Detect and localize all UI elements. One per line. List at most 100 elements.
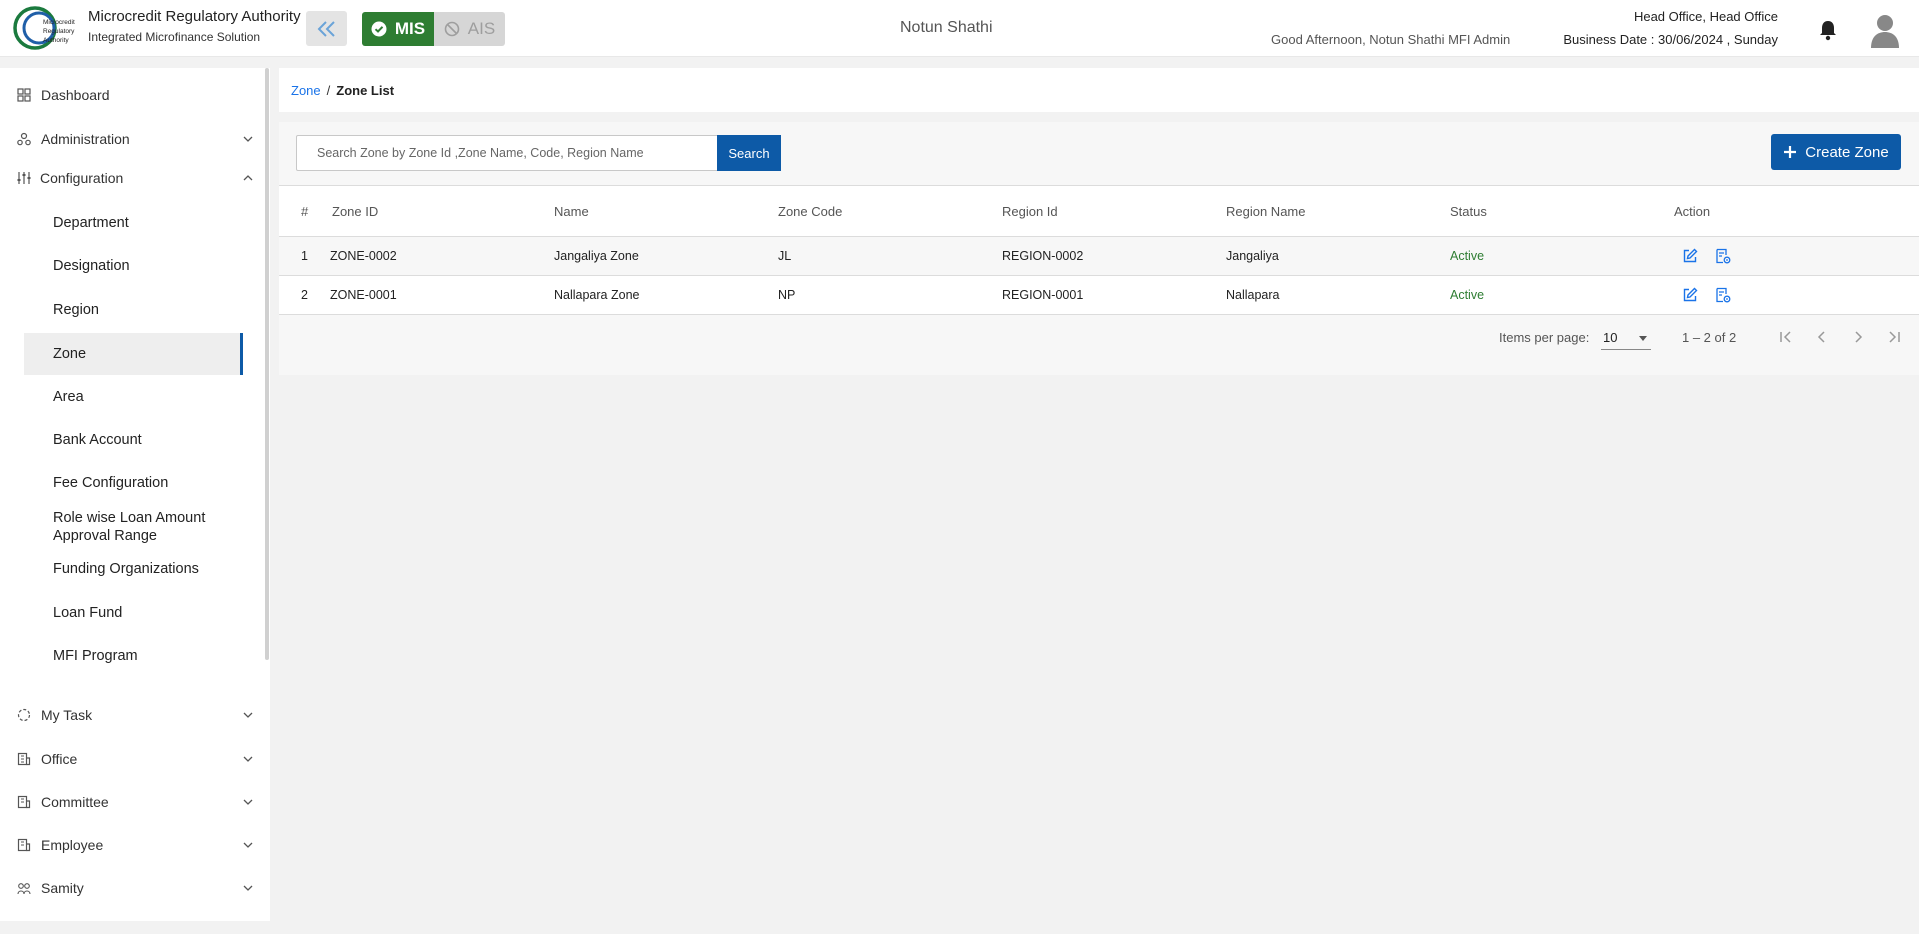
- committee-icon: [17, 795, 31, 809]
- block-icon: [444, 21, 460, 37]
- sidebar-item-zone[interactable]: Zone: [24, 333, 243, 375]
- sidebar-item-department[interactable]: Department: [24, 202, 243, 244]
- sidebar-item-fee-configuration[interactable]: Fee Configuration: [24, 462, 243, 504]
- sidebar-sub-label: Region: [53, 302, 99, 318]
- mis-toggle-button[interactable]: MIS: [362, 12, 434, 46]
- chevron-up-icon: [243, 175, 253, 181]
- edit-icon[interactable]: [1682, 248, 1698, 264]
- business-date: Business Date : 30/06/2024 , Sunday: [1563, 32, 1778, 47]
- user-avatar-icon[interactable]: [1869, 12, 1901, 48]
- col-header-number[interactable]: #: [279, 185, 330, 237]
- view-details-icon[interactable]: [1715, 248, 1731, 264]
- page-size-select[interactable]: 10: [1601, 324, 1651, 350]
- sidebar-item-funding-organizations[interactable]: Funding Organizations: [24, 548, 243, 590]
- table-row: 1 ZONE-0002 Jangaliya Zone JL REGION-000…: [279, 236, 1919, 276]
- sidebar-sub-label: Department: [53, 215, 129, 231]
- paginator: Items per page: 10 1 – 2 of 2: [279, 308, 1919, 366]
- next-page-button[interactable]: [1845, 324, 1871, 350]
- items-per-page-label: Items per page:: [1499, 330, 1590, 345]
- sidebar-item-samity[interactable]: Samity: [0, 870, 260, 906]
- task-icon: [17, 708, 31, 722]
- sidebar-item-loan-fund[interactable]: Loan Fund: [24, 592, 243, 634]
- double-chevron-left-icon: [317, 20, 335, 37]
- ais-label: AIS: [467, 19, 496, 38]
- dashboard-icon: [17, 88, 31, 102]
- chevron-right-icon: [1855, 331, 1863, 343]
- search-input[interactable]: [296, 135, 718, 171]
- col-header-region-id[interactable]: Region Id: [1002, 185, 1226, 237]
- greeting-text: Good Afternoon, Notun Shathi MFI Admin: [1271, 32, 1511, 47]
- sidebar-item-label: Configuration: [40, 170, 124, 186]
- sidebar-item-area[interactable]: Area: [24, 376, 243, 418]
- mra-logo: Microcredit Regulatory Authority: [13, 6, 75, 50]
- col-header-region-name[interactable]: Region Name: [1226, 185, 1450, 237]
- breadcrumb-current: Zone List: [336, 82, 395, 98]
- sidebar-sub-label: Role wise Loan Amount Approval Range: [53, 510, 206, 544]
- configuration-icon: [17, 172, 31, 184]
- chevron-down-icon: [243, 842, 253, 848]
- sidebar-sub-label: MFI Program: [53, 648, 138, 664]
- breadcrumb-separator: /: [326, 82, 331, 98]
- svg-text:Authority: Authority: [43, 37, 69, 44]
- breadcrumb-zone-link[interactable]: Zone: [291, 83, 321, 98]
- sidebar-item-dashboard[interactable]: Dashboard: [0, 77, 260, 113]
- page-range-label: 1 – 2 of 2: [1682, 330, 1737, 345]
- sidebar-sub-label: Designation: [53, 258, 130, 274]
- employee-icon: [17, 838, 31, 852]
- notification-bell-icon[interactable]: [1818, 19, 1838, 41]
- sidebar-scrollbar[interactable]: [265, 68, 269, 660]
- col-header-name[interactable]: Name: [554, 185, 778, 237]
- svg-text:Microcredit: Microcredit: [43, 19, 75, 26]
- search-button[interactable]: Search: [717, 135, 781, 171]
- chevron-down-icon: [243, 756, 253, 762]
- sidebar-item-administration[interactable]: Administration: [0, 121, 260, 157]
- sidebar-item-label: Dashboard: [41, 87, 110, 103]
- cell-number: 1: [279, 236, 330, 276]
- brand-title: Microcredit Regulatory Authority: [88, 8, 301, 25]
- cell-actions: [1674, 236, 1919, 276]
- sidebar-item-my-task[interactable]: My Task: [0, 697, 260, 733]
- svg-text:Regulatory: Regulatory: [43, 28, 75, 35]
- col-header-action: Action: [1674, 185, 1919, 237]
- sidebar-item-label: My Task: [41, 707, 93, 723]
- sidebar-item-label: Administration: [41, 131, 130, 147]
- table-header-row: # Zone ID Name Zone Code Region Id Regio…: [279, 185, 1919, 237]
- plus-icon: [1784, 146, 1797, 158]
- col-header-zone-code[interactable]: Zone Code: [778, 185, 1002, 237]
- sidebar-item-loan-approval-range[interactable]: Role wise Loan Amount Approval Range: [24, 506, 243, 548]
- sidebar-item-mfi-program[interactable]: MFI Program: [24, 635, 243, 677]
- sidebar-item-bank-account[interactable]: Bank Account: [24, 419, 243, 461]
- sidebar-collapse-button[interactable]: [306, 11, 347, 46]
- cell-name: Jangaliya Zone: [554, 236, 778, 276]
- sidebar-item-employee[interactable]: Employee: [0, 827, 260, 863]
- sidebar: Dashboard Administration Configuration D…: [0, 68, 270, 921]
- sidebar-item-committee[interactable]: Committee: [0, 784, 260, 820]
- chevron-left-icon: [1817, 331, 1825, 343]
- sidebar-item-office[interactable]: Office: [0, 741, 260, 777]
- col-header-status[interactable]: Status: [1450, 185, 1674, 237]
- ais-toggle-button[interactable]: AIS: [434, 12, 505, 46]
- mis-label: MIS: [394, 19, 426, 38]
- sidebar-item-region[interactable]: Region: [24, 289, 243, 331]
- view-details-icon[interactable]: [1715, 287, 1731, 303]
- top-header: Microcredit Regulatory Authority Microcr…: [0, 0, 1919, 57]
- administration-icon: [17, 132, 31, 146]
- sidebar-sub-label: Funding Organizations: [53, 561, 199, 577]
- sidebar-item-configuration[interactable]: Configuration: [0, 160, 260, 196]
- create-zone-button[interactable]: Create Zone: [1771, 134, 1901, 170]
- sidebar-sub-label: Fee Configuration: [53, 475, 169, 491]
- last-page-button[interactable]: [1881, 324, 1907, 350]
- col-header-zone-id[interactable]: Zone ID: [330, 185, 554, 237]
- zone-list-panel: Search Create Zone # Zone ID Name Zone C…: [279, 122, 1919, 375]
- sidebar-item-label: Samity: [41, 880, 84, 896]
- previous-page-button[interactable]: [1809, 324, 1835, 350]
- chevron-down-icon: [243, 712, 253, 718]
- sidebar-sub-label: Loan Fund: [53, 605, 123, 621]
- edit-icon[interactable]: [1682, 287, 1698, 303]
- chevron-down-icon: [243, 885, 253, 891]
- first-page-button[interactable]: [1773, 324, 1799, 350]
- cell-zone-id: ZONE-0002: [330, 236, 554, 276]
- sidebar-item-designation[interactable]: Designation: [24, 245, 243, 287]
- status-badge: Active: [1450, 236, 1674, 276]
- sidebar-item-label: Employee: [41, 837, 104, 853]
